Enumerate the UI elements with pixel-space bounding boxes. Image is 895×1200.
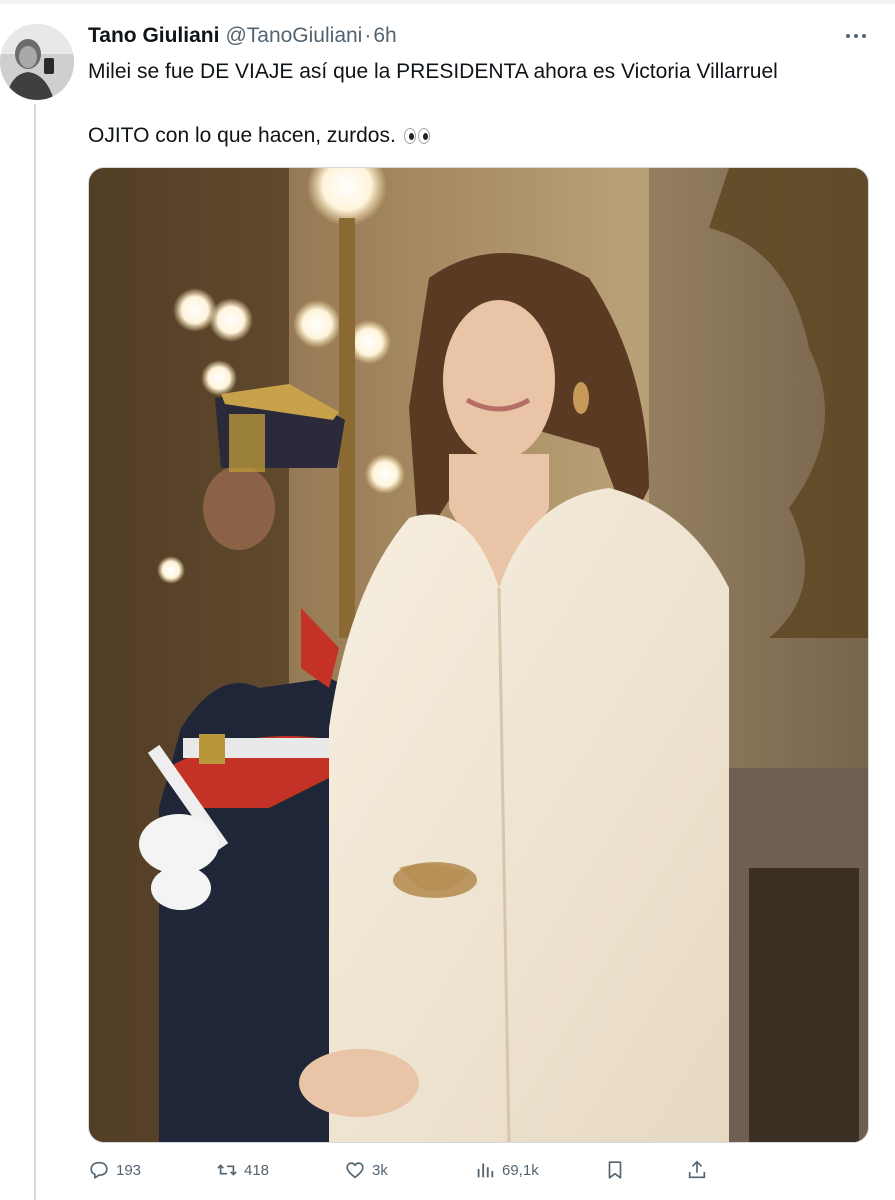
tweet-time[interactable]: 6h (373, 24, 396, 48)
share-button[interactable] (686, 1156, 708, 1184)
top-divider (0, 0, 895, 4)
tweet-text-line-2-content: OJITO con lo que hacen, zurdos. (88, 124, 396, 147)
analytics-icon (477, 1163, 494, 1178)
separator-dot: · (364, 24, 372, 47)
author-name[interactable]: Tano Giuliani (88, 24, 219, 48)
avatar[interactable] (0, 24, 74, 100)
bookmark-icon (608, 1161, 622, 1179)
thread-connector-line (34, 104, 36, 1200)
views-button[interactable]: 69,1k (474, 1156, 539, 1184)
retweet-button[interactable]: 418 (216, 1156, 269, 1184)
heart-icon (346, 1162, 364, 1179)
reply-button[interactable]: 193 (88, 1156, 141, 1184)
bookmark-button[interactable] (604, 1156, 626, 1184)
share-icon (688, 1160, 706, 1179)
retweet-count: 418 (244, 1161, 270, 1179)
reply-count: 193 (116, 1161, 142, 1179)
like-count: 3k (372, 1161, 388, 1179)
views-count: 69,1k (502, 1161, 539, 1179)
more-dots-icon[interactable] (843, 24, 869, 48)
tweet-header: Tano Giuliani @TanoGiuliani · 6h (88, 22, 397, 50)
tweet-photo[interactable] (88, 167, 869, 1143)
eyes-emoji (403, 128, 430, 144)
tweet-text-line-2: OJITO con lo que hacen, zurdos. (88, 122, 430, 150)
reply-icon (90, 1161, 108, 1179)
author-handle[interactable]: @TanoGiuliani (225, 24, 362, 48)
tweet-actions-bar: 193 418 3k 69,1k (0, 1156, 895, 1184)
like-button[interactable]: 3k (344, 1156, 388, 1184)
retweet-icon (217, 1164, 237, 1176)
tweet-text-line-1: Milei se fue DE VIAJE así que la PRESIDE… (88, 60, 778, 83)
